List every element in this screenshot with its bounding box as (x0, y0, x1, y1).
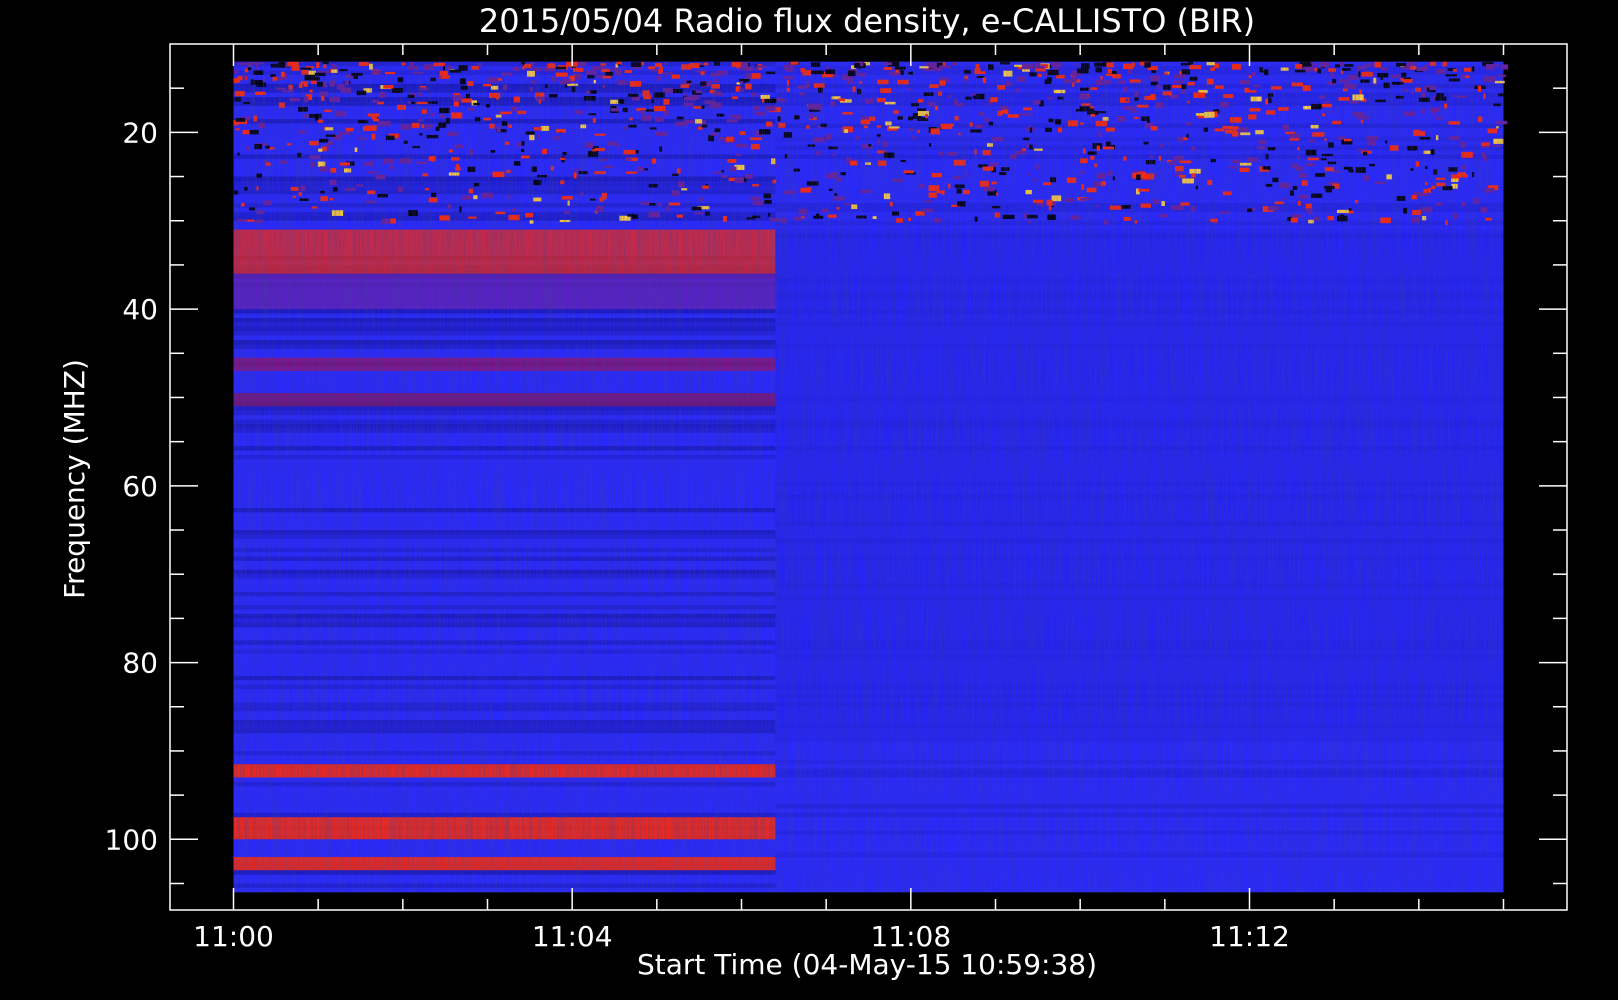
y-tick-label: 40 (122, 293, 158, 326)
x-axis-label: Start Time (04-May-15 10:59:38) (637, 948, 1097, 981)
chart-title: 2015/05/04 Radio flux density, e-CALLIST… (479, 2, 1255, 40)
y-tick-label: 60 (122, 470, 158, 503)
y-tick-label: 80 (122, 647, 158, 680)
spectrogram-chart: 11:00 11:04 11:08 11:12 20406080100 2015/05… (0, 0, 1618, 1000)
y-tick-label: 20 (122, 116, 158, 149)
y-tick-label: 100 (105, 823, 158, 856)
heatmap-noise (233, 61, 1504, 893)
x-tick-label: 11:00 (193, 920, 274, 953)
heatmap-layer (233, 61, 1509, 893)
x-tick-label: 11:04 (532, 920, 613, 953)
y-axis-label: Frequency (MHZ) (58, 359, 91, 599)
x-tick-label: 11:12 (1209, 920, 1290, 953)
